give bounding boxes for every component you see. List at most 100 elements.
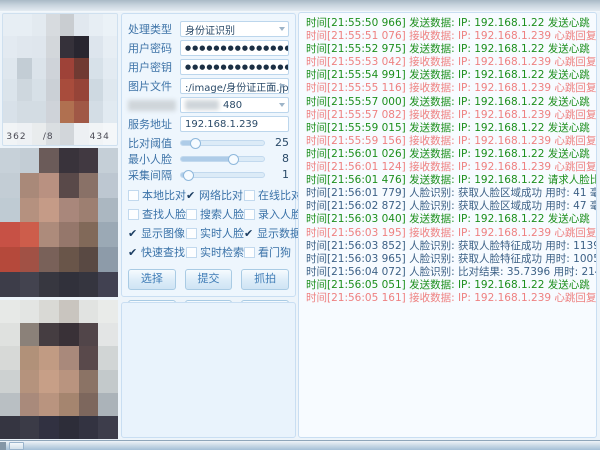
settings-panel: 处理类型 身份证识别 用户密码 ●●●●●●●●●●●●●●●●●●●●● 用户… [121,13,296,297]
checkbox-label: 看门狗 [258,244,291,260]
capture-button[interactable]: 抓拍 [241,269,289,290]
field-value: 身份证识别 [185,22,235,37]
field-control[interactable]: ●●●●●●●●●●●●●●●●●●●●● [180,40,289,56]
field-user-key: 用户密钥 ●●●●●●●●●●●●●●●●●●●●● [128,59,289,75]
slider-value: 8 [273,152,289,165]
field-control[interactable]: ●●●●●●●●●●●●●●●●●●●●● [180,59,289,75]
log-entry: 时间[21:55:57 082] 接收数据: IP: 192.168.1.239… [306,109,596,122]
checkbox-watchdog[interactable]: 看门狗 [244,245,302,259]
log-entry: 时间[21:55:59 015] 发送数据: IP: 192.168.1.22 … [306,122,596,135]
scrollbar-thumb[interactable] [9,442,24,450]
unchecked-box-icon[interactable] [244,190,255,201]
slider-track[interactable] [180,140,265,146]
log-entry: 时间[21:56:05 161] 接收数据: IP: 192.168.1.239… [306,292,596,305]
field-control[interactable]: 192.168.1.239 [180,116,289,132]
unchecked-box-icon[interactable] [244,209,255,220]
slider-compare-threshold: 比对阈值 25 [128,135,289,150]
log-entry: 时间[21:56:01 124] 接收数据: IP: 192.168.1.239… [306,161,596,174]
chevron-down-icon[interactable] [279,84,285,88]
checkbox-label: 查找人脸 [142,206,186,222]
id-card-mosaic [3,14,117,145]
checkbox-label: 搜索人脸 [200,206,244,222]
unchecked-box-icon[interactable] [186,209,197,220]
log-entry: 时间[21:55:50 966] 发送数据: IP: 192.168.1.22 … [306,17,596,30]
checkbox-local-compare[interactable]: 本地比对 [128,188,186,202]
unchecked-box-icon[interactable] [244,247,255,258]
select-button[interactable]: 选择 [128,269,176,290]
field-value: ●●●●●●●●●●●●●●●●●●●●● [185,63,289,71]
checkbox-label: 显示图像 [141,225,185,241]
checked-icon[interactable]: ✔ [244,227,256,240]
unchecked-box-icon[interactable] [186,247,197,258]
slider-min-face: 最小人脸 8 [128,151,289,166]
field-server-address: 服务地址 192.168.1.239 [128,116,289,132]
slider-thumb[interactable] [190,138,201,149]
field-label: 处理类型 [128,21,180,37]
field-image-file: 图片文件 :/image/身份证正面.jpg [128,78,289,94]
field-process-type: 处理类型 身份证识别 [128,21,289,37]
checkbox-label: 录入人脸 [258,206,302,222]
log-entry: 时间[21:55:57 000] 发送数据: IP: 192.168.1.22 … [306,96,596,109]
face-photo-2 [0,300,118,439]
field-label: 用户密钥 [128,59,180,75]
slider-track[interactable] [180,156,265,162]
checkbox-network-compare[interactable]: ✔ 网络比对 [186,188,244,202]
checked-icon[interactable]: ✔ [186,189,198,202]
horizontal-scrollbar[interactable] [0,440,600,450]
log-entry: 时间[21:55:51 076] 接收数据: IP: 192.168.1.239… [306,30,596,43]
slider-thumb[interactable] [228,154,239,165]
unchecked-box-icon[interactable] [186,228,197,239]
checked-icon[interactable]: ✔ [128,246,140,259]
chevron-down-icon[interactable] [279,27,285,31]
checkbox-show-image[interactable]: ✔ 显示图像 [128,226,186,240]
slider-track[interactable] [180,172,265,178]
id-number-fragment: 362 [6,132,26,142]
chevron-down-icon[interactable] [279,103,285,107]
checkbox-realtime-face[interactable]: 实时人脸 [186,226,244,240]
log-entry: 时间[21:55:59 156] 接收数据: IP: 192.168.1.239… [306,135,596,148]
field-value: 480 [223,100,242,111]
id-number-fragment: /8 [43,132,54,142]
face-photo-1 [0,148,118,297]
checkbox-realtime-search[interactable]: 实时检索 [186,245,244,259]
checkbox-quick-find[interactable]: ✔ 快速查找 [128,245,186,259]
slider-value: 1 [273,168,289,181]
log-entry: 时间[21:55:55 116] 接收数据: IP: 192.168.1.239… [306,82,596,95]
checkbox-show-data[interactable]: ✔ 显示数据 [244,226,302,240]
checkbox-label: 本地比对 [142,187,186,203]
checkbox-label: 快速查找 [141,244,185,260]
checkbox-label: 实时人脸 [200,225,244,241]
field-video-size: 480 [128,97,289,113]
log-output-panel[interactable]: 时间[21:55:50 966] 发送数据: IP: 192.168.1.22 … [298,12,597,438]
checked-icon[interactable]: ✔ [128,227,140,240]
field-value: 192.168.1.239 [185,119,258,130]
field-control[interactable]: 480 [180,97,289,113]
slider-thumb[interactable] [183,170,194,181]
field-label: 图片文件 [128,78,180,94]
field-user-password: 用户密码 ●●●●●●●●●●●●●●●●●●●●● [128,40,289,56]
checkbox-online-compare[interactable]: 在线比对 [244,188,302,202]
checkbox-search-face[interactable]: 搜索人脸 [186,207,244,221]
checkbox-label: 网络比对 [199,187,243,203]
slider-value: 25 [273,136,289,149]
log-entry: 时间[21:56:05 051] 发送数据: IP: 192.168.1.22 … [306,279,596,292]
field-control[interactable]: 身份证识别 [180,21,289,37]
slider-label: 比对阈值 [128,135,180,151]
face-photo-1-mosaic [0,148,118,297]
field-value: :/image/身份证正面.jpg [185,79,289,94]
unchecked-box-icon[interactable] [128,209,139,220]
checkbox-label: 显示数据 [257,225,301,241]
field-value: ●●●●●●●●●●●●●●●●●●●●● [185,44,289,52]
app-window: 362/8434 处理类型 身份证识别 用户密码 ●●●●●●●●●●●●●●●… [0,0,600,450]
field-control[interactable]: :/image/身份证正面.jpg [180,78,289,94]
unchecked-box-icon[interactable] [128,190,139,201]
checkbox-find-face[interactable]: 查找人脸 [128,207,186,221]
log-entry: 时间[21:56:01 476] 发送数据: IP: 192.168.1.22 … [306,174,596,187]
log-entry: 时间[21:56:02 872] 人脸识别: 获取人脸区域成功 用时: 47 毫… [306,200,596,213]
checkbox-enroll-face[interactable]: 录入人脸 [244,207,302,221]
submit-button[interactable]: 提交 [185,269,233,290]
slider-label: 最小人脸 [128,151,180,167]
slider-label: 采集间隔 [128,167,180,183]
face-photo-2-mosaic [0,300,118,439]
log-entry: 时间[21:56:03 852] 人脸识别: 获取人脸特征成功 用时: 1139… [306,240,596,253]
